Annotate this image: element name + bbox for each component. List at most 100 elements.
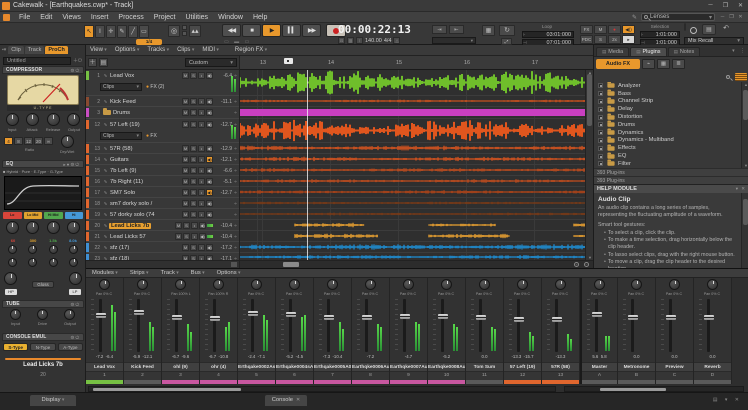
mixer-strip[interactable]: Pan 0% C0.0Tom Sum11 <box>466 278 504 384</box>
edit-pencil-icon[interactable]: ✎ <box>632 14 637 21</box>
snap-grid2-icon[interactable] <box>182 31 187 36</box>
fader-cap[interactable] <box>134 310 144 315</box>
fader-track[interactable] <box>479 299 482 352</box>
mix-module-button-2[interactable]: ● <box>608 25 621 34</box>
compressor-module-header[interactable]: COMPRESSOR⚙⏻ <box>2 66 84 74</box>
strip-name[interactable]: Earthqke0008Au7 <box>428 362 465 372</box>
rewind-button[interactable]: ◀◀ <box>222 24 241 37</box>
track-name[interactable]: 57 dorky solo (74 <box>109 212 181 218</box>
child-close-button[interactable]: ✕ <box>736 14 745 20</box>
automation-icon[interactable]: ÷ <box>232 110 239 116</box>
automation-icon[interactable]: ÷ <box>232 245 239 251</box>
fader-track[interactable] <box>517 299 520 352</box>
drywet-knob[interactable] <box>61 135 74 148</box>
strip-name[interactable]: Metronome <box>618 362 655 372</box>
help-scroll-thumb[interactable] <box>743 199 748 225</box>
mix-module-button-0[interactable]: FX <box>580 25 593 34</box>
fader-track[interactable] <box>251 299 254 352</box>
arm-button[interactable]: • <box>198 98 205 105</box>
clip-lane[interactable] <box>240 96 585 107</box>
track-name[interactable]: Lead Vox <box>109 73 181 79</box>
fader-track[interactable] <box>289 299 292 352</box>
clip-lane[interactable] <box>240 119 585 143</box>
plugin-folder-row[interactable]: Distortion <box>594 113 741 121</box>
child-minimize-button[interactable]: ─ <box>718 14 727 20</box>
fx-bin[interactable]: ● FX (2) <box>146 84 164 90</box>
arm-button[interactable]: • <box>198 145 205 152</box>
track-row[interactable]: 19∿57 dorky solo (74MS•◀)÷ <box>86 209 239 220</box>
edit-tool-button[interactable]: ✎ <box>117 25 127 38</box>
fx-bin[interactable]: ● FX <box>146 133 157 139</box>
tab-clip[interactable]: Clip <box>8 46 23 54</box>
arm-button[interactable]: • <box>198 167 205 174</box>
clip-lane[interactable] <box>240 70 585 96</box>
pan-knob[interactable] <box>517 279 528 290</box>
punch-in-button[interactable]: ⇥ <box>432 25 447 34</box>
mixer-strip[interactable]: Pan 0% C0.0PreviewC <box>656 278 694 384</box>
mixer-strip[interactable]: Pan 100% L-6.7 -9.6ohl (9)3 <box>162 278 200 384</box>
pan-knob[interactable] <box>137 279 148 290</box>
fader-cap[interactable] <box>96 313 106 318</box>
plugin-folder-row[interactable]: EQ <box>594 152 741 160</box>
mixer-strip[interactable]: Pan 0% C-7.3 -10.4Erthqake0005A0417 <box>314 278 352 384</box>
mute-button[interactable]: M <box>182 211 189 218</box>
input-echo-button[interactable]: ◀) <box>206 167 213 174</box>
bottom-bar-icons[interactable]: ▤ ▾ ✕ <box>713 397 742 403</box>
folder-checkbox[interactable] <box>598 154 603 159</box>
mute-button[interactable]: M <box>182 98 189 105</box>
clip-lane[interactable] <box>240 154 585 165</box>
automation-icon[interactable]: ÷ <box>232 146 239 152</box>
automation-icon[interactable]: ÷ <box>232 234 239 240</box>
trackview-menu-tracks[interactable]: Tracks <box>143 47 173 53</box>
mute-button[interactable]: M <box>182 145 189 152</box>
track-row[interactable]: 15∿7b Left (9)MS•◀)-6.6÷ <box>86 165 239 176</box>
gloss-button[interactable]: Gloss <box>32 281 54 288</box>
input-echo-button[interactable]: ◀) <box>199 233 206 240</box>
plugin-folder-row[interactable]: Drums <box>594 121 741 129</box>
fader-cap[interactable] <box>514 317 524 322</box>
fader-track[interactable] <box>99 299 102 352</box>
hp-toggle-button[interactable]: HP <box>5 289 17 295</box>
timeline-ruler[interactable]: 131415161718 <box>240 56 593 70</box>
fader-track[interactable] <box>595 299 598 352</box>
snap-grid-icon[interactable] <box>182 25 187 30</box>
strip-name[interactable]: ohl (9) <box>162 362 199 372</box>
mixer-strip[interactable]: Pan 0% C-5.2 -4.5Erthqake0004sA1b6 <box>276 278 314 384</box>
tube-module-header[interactable]: TUBE⚙⏻ <box>2 300 84 308</box>
plugin-folder-row[interactable]: Filter <box>594 160 741 168</box>
fader-track[interactable] <box>327 299 330 352</box>
eq-gain-knob-knob[interactable] <box>67 221 80 234</box>
menu-insert[interactable]: Insert <box>86 14 114 21</box>
eq-freq-knob-knob[interactable] <box>28 245 37 254</box>
input-echo-button[interactable]: ◀) <box>206 189 213 196</box>
loop-set-button[interactable]: ⤢ <box>501 38 512 45</box>
fader-cap[interactable] <box>286 312 296 317</box>
arm-button[interactable]: • <box>191 222 198 229</box>
audio-fx-button[interactable]: Audio FX <box>596 59 640 69</box>
tube-input-knob[interactable] <box>10 309 21 320</box>
arm-button[interactable]: • <box>198 72 205 79</box>
eq-freq-knob-knob[interactable] <box>8 245 17 254</box>
console-type-n-type[interactable]: N-Type <box>30 343 55 351</box>
vertical-scroll-thumb[interactable] <box>587 74 592 126</box>
clip-lane[interactable] <box>240 187 585 198</box>
strip-name[interactable]: Erthqake0005A041 <box>314 362 351 372</box>
console-menu-options[interactable]: Options <box>211 270 247 276</box>
input-echo-button[interactable]: ◀) <box>206 109 213 116</box>
module-icons[interactable]: ▸●⚙⏻ <box>63 161 80 167</box>
draw-tool-button[interactable]: ╱ <box>128 25 138 38</box>
markers-icon[interactable]: ▴▴ <box>189 25 201 37</box>
solo-button[interactable]: S <box>183 222 190 229</box>
track-row[interactable]: 23∿sfz (18)MS•◀)-17.1÷ <box>86 253 239 260</box>
now-marker[interactable] <box>284 58 293 64</box>
compressor-attack-knob[interactable] <box>26 113 39 126</box>
plugin-folder-row[interactable]: Channel Strip <box>594 98 741 106</box>
solo-button[interactable]: S <box>190 156 197 163</box>
automation-icon[interactable]: ÷ <box>232 157 239 163</box>
lenses-selector[interactable]: Lenses ▾ <box>641 13 715 21</box>
pan-knob[interactable] <box>631 279 642 290</box>
clip-lane[interactable] <box>240 253 585 260</box>
track-name[interactable]: sfz (17) <box>109 245 181 251</box>
input-echo-button[interactable]: ◀) <box>206 178 213 185</box>
metronome-settings-icon[interactable]: ▥ <box>347 37 354 44</box>
